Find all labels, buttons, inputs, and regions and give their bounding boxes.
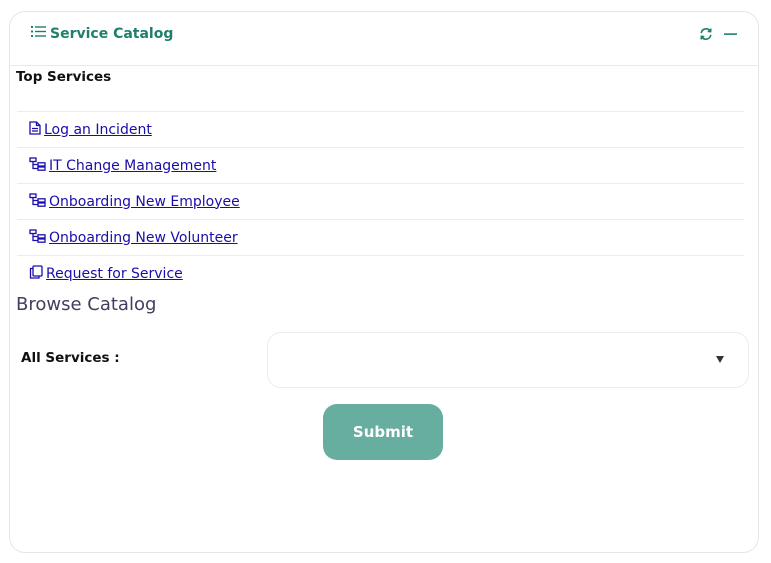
list-icon xyxy=(31,25,50,42)
list-item: Log an Incident xyxy=(17,111,744,147)
service-link-it-change[interactable]: IT Change Management xyxy=(29,156,216,175)
document-icon xyxy=(29,120,44,139)
service-link-log-incident[interactable]: Log an Incident xyxy=(29,120,152,139)
caret-down-icon xyxy=(716,356,724,363)
workflow-icon xyxy=(29,192,49,211)
workflow-icon xyxy=(29,156,49,175)
workflow-icon xyxy=(29,228,49,247)
browse-catalog-heading: Browse Catalog xyxy=(16,294,157,315)
copy-icon xyxy=(29,264,46,283)
service-link-onboarding-volunteer[interactable]: Onboarding New Volunteer xyxy=(29,228,238,247)
all-services-label: All Services : xyxy=(21,350,120,366)
card-title-text: Service Catalog xyxy=(50,25,174,42)
all-services-select[interactable] xyxy=(267,332,749,388)
minimize-icon[interactable] xyxy=(722,26,738,42)
service-link-onboarding-employee[interactable]: Onboarding New Employee xyxy=(29,192,240,211)
list-item: Request for Service xyxy=(17,255,744,291)
card-title: Service Catalog xyxy=(31,25,173,42)
card-tools xyxy=(698,26,738,42)
list-item: IT Change Management xyxy=(17,147,744,183)
top-services-heading: Top Services xyxy=(16,69,112,85)
list-item: Onboarding New Employee xyxy=(17,183,744,219)
list-item: Onboarding New Volunteer xyxy=(17,219,744,255)
top-services-list: Log an Incident IT Change Management Onb… xyxy=(17,111,744,291)
refresh-icon[interactable] xyxy=(698,26,714,42)
submit-button[interactable]: Submit xyxy=(323,404,443,460)
card-header: Service Catalog xyxy=(10,12,758,66)
service-link-request-service[interactable]: Request for Service xyxy=(29,264,183,283)
service-catalog-card: Service Catalog Top Services Log an Inci… xyxy=(9,11,759,553)
